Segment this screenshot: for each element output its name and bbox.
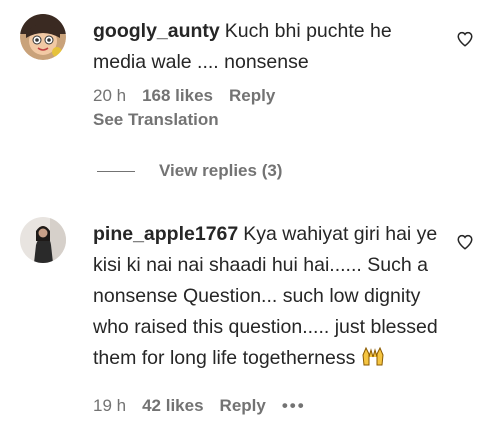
comment-username[interactable]: pine_apple1767 (93, 223, 238, 245)
avatar[interactable] (20, 217, 66, 263)
comment-text: pine_apple1767 Kya wahiyat giri hai ye ki… (93, 219, 438, 374)
view-replies-label: View replies (3) (159, 161, 283, 180)
view-replies-button[interactable]: View replies (3) (97, 161, 282, 181)
heart-icon[interactable] (456, 233, 474, 251)
comment-time: 20 h (93, 86, 127, 105)
comment-meta: 19 h 42 likes Reply ••• (93, 396, 322, 416)
see-translation-link[interactable]: See Translation (93, 110, 219, 130)
like-count[interactable]: 168 likes (142, 86, 213, 106)
like-count[interactable]: 42 likes (142, 396, 203, 416)
reply-button[interactable]: Reply (229, 86, 275, 106)
heart-icon[interactable] (456, 30, 474, 48)
more-options-icon[interactable]: ••• (282, 396, 306, 416)
comment-text: googly_aunty Kuch bhi puchte he media wal… (93, 16, 443, 78)
comment-time: 19 h (93, 396, 127, 415)
reply-button[interactable]: Reply (220, 396, 266, 416)
divider-line (97, 170, 135, 172)
comment-meta: 20 h 168 likes Reply (93, 86, 291, 106)
avatar[interactable] (20, 14, 66, 60)
photo-avatar-icon (20, 217, 66, 263)
comment-username[interactable]: googly_aunty (93, 20, 220, 42)
raised-hands-emoji-icon (362, 346, 384, 366)
cartoon-girl-avatar-icon (20, 14, 66, 60)
